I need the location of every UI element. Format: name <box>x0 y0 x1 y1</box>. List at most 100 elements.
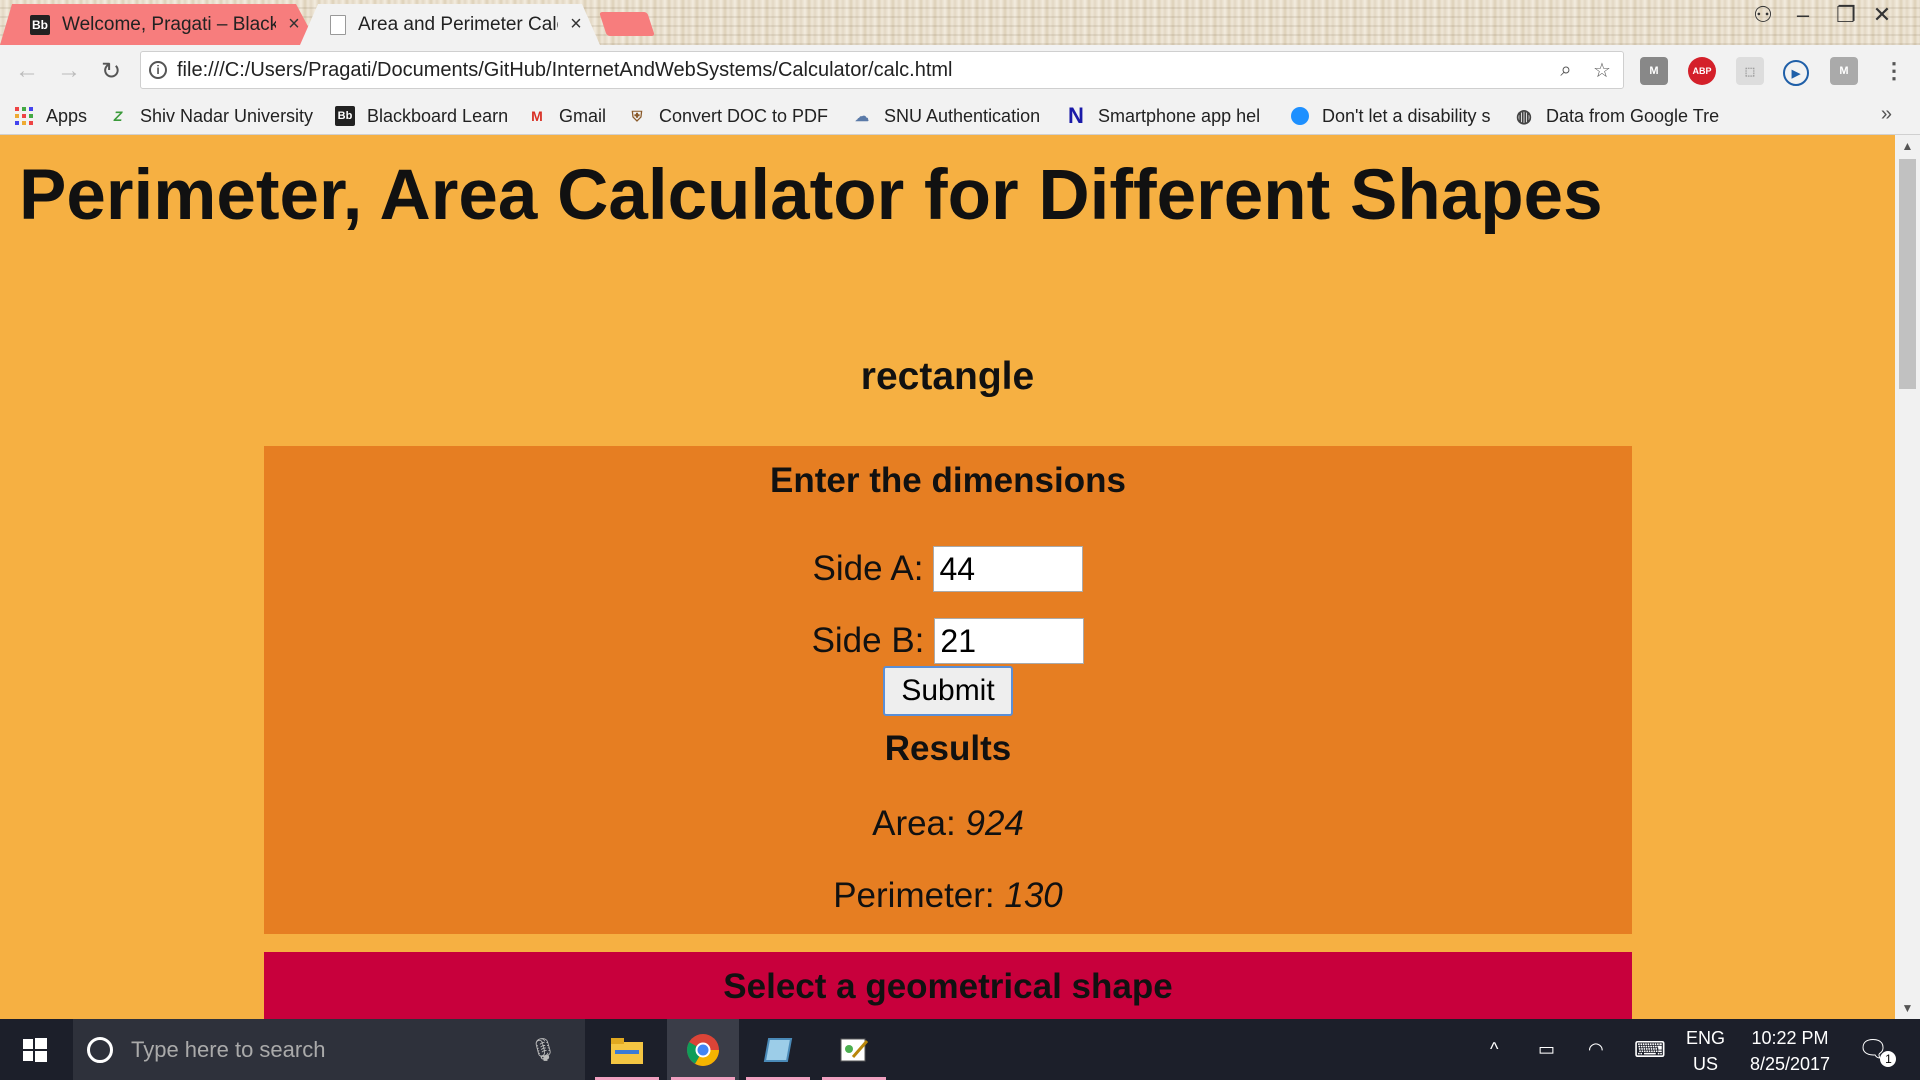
info-icon[interactable]: i <box>149 61 167 79</box>
keyboard-icon[interactable]: ⌨ <box>1634 1019 1666 1080</box>
bookmark-convert-doc[interactable]: ⛨ Convert DOC to PDF <box>627 97 828 135</box>
mendeley-icon[interactable]: M <box>1640 57 1668 85</box>
notification-center-icon[interactable]: 🗨 1 <box>1858 1019 1897 1080</box>
scroll-down-icon[interactable]: ▼ <box>1895 1001 1920 1015</box>
bookmark-gmail[interactable]: M Gmail <box>527 97 606 135</box>
scroll-up-icon[interactable]: ▲ <box>1895 139 1920 153</box>
cloud-icon: ☁ <box>855 107 869 124</box>
wifi-icon[interactable]: ◠ <box>1588 1019 1604 1080</box>
new-tab-button[interactable] <box>599 12 655 36</box>
page-content: Perimeter, Area Calculator for Different… <box>0 135 1895 1019</box>
selected-shape-name: rectangle <box>860 355 1035 398</box>
bookmark-star-icon[interactable]: ☆ <box>1587 58 1617 83</box>
system-clock[interactable]: 10:22 PM 8/25/2017 <box>1740 1025 1840 1077</box>
language-indicator[interactable]: ENG US <box>1686 1025 1725 1077</box>
shape-select-panel: Select a geometrical shape <box>264 952 1632 1019</box>
bookmark-label: SNU Authentication <box>884 105 1041 126</box>
bookmark-label: Smartphone app hel <box>1098 105 1261 126</box>
folder-icon <box>611 1037 643 1064</box>
microphone-icon[interactable]: 🎙 <box>529 1037 557 1063</box>
close-icon[interactable]: × <box>566 13 586 36</box>
pdf-icon[interactable]: ⬚ <box>1736 57 1764 85</box>
bookmark-apps[interactable]: Apps <box>14 97 87 135</box>
bookmarks-overflow-icon[interactable]: » <box>1881 103 1892 126</box>
window-close-icon[interactable]: ✕ <box>1862 2 1902 30</box>
bookmark-label: Shiv Nadar University <box>140 105 314 126</box>
tab-title: Area and Perimeter Calcu <box>358 13 558 35</box>
shape-select-heading: Select a geometrical shape <box>723 967 1173 1006</box>
file-explorer-app[interactable] <box>591 1019 663 1080</box>
notification-count: 1 <box>1880 1050 1897 1067</box>
clock-time: 10:22 PM <box>1751 1028 1829 1048</box>
chrome-app[interactable] <box>667 1019 739 1080</box>
restore-icon[interactable]: ❐ <box>1826 2 1866 30</box>
browser-toolbar: ← → ↻ i file:///C:/Users/Pragati/Documen… <box>0 45 1920 97</box>
tab-blackboard[interactable]: Bb Welcome, Pragati – Black × <box>0 4 318 45</box>
submit-button[interactable]: Submit <box>883 666 1013 716</box>
page-scrollbar[interactable]: ▲ ▼ <box>1895 135 1920 1019</box>
bookmark-shiv-nadar[interactable]: Z Shiv Nadar University <box>108 97 313 135</box>
bookmark-label: Don't let a disability s <box>1322 105 1491 126</box>
dimensions-panel: Enter the dimensions Side A: Side B: Sub… <box>264 446 1632 934</box>
keyboard-layout: US <box>1693 1054 1719 1074</box>
page-title: Perimeter, Area Calculator for Different… <box>19 156 1603 235</box>
bookmark-label: Data from Google Tre <box>1546 105 1719 126</box>
show-hidden-icons[interactable]: ^ <box>1490 1019 1498 1080</box>
user-icon[interactable]: ⚇ <box>1743 2 1783 30</box>
side-a-row: Side A: <box>264 546 1632 592</box>
perimeter-result: Perimeter: 130 <box>264 876 1632 916</box>
area-result: Area: 924 <box>264 804 1632 844</box>
page-icon <box>330 14 346 35</box>
back-arrow-icon[interactable]: ← <box>12 57 42 85</box>
reload-icon[interactable]: ↻ <box>96 57 126 86</box>
windows-taskbar: Type here to search 🎙 ^ ▭ ◠ ⌨ ENG US 10:… <box>0 1019 1920 1080</box>
minimize-icon[interactable]: – <box>1783 2 1823 30</box>
gmail-icon: M <box>531 108 543 124</box>
n-logo-icon: N <box>1068 103 1084 128</box>
bookmark-label: Gmail <box>559 105 607 126</box>
language-code: ENG <box>1686 1028 1726 1048</box>
apps-grid-icon <box>14 106 34 126</box>
blue-dot-icon <box>1290 106 1310 126</box>
scroll-thumb[interactable] <box>1899 159 1916 389</box>
close-icon[interactable]: × <box>284 13 304 36</box>
tab-title: Welcome, Pragati – Black <box>62 13 276 35</box>
bookmark-google-trends[interactable]: ◍ Data from Google Tre <box>1514 97 1719 135</box>
blackboard-icon: Bb <box>30 14 50 35</box>
adblock-icon[interactable]: ABP <box>1688 57 1716 85</box>
battery-icon[interactable]: ▭ <box>1538 1019 1555 1080</box>
taskbar-search-box[interactable]: Type here to search 🎙 <box>73 1019 585 1080</box>
chrome-icon <box>686 1033 719 1066</box>
side-a-input[interactable] <box>933 546 1084 592</box>
windows-start-button[interactable] <box>0 1019 70 1080</box>
paint-app[interactable] <box>818 1019 890 1080</box>
paint-icon <box>840 1038 869 1061</box>
menu-dots-icon[interactable]: ⋮ <box>1880 57 1908 85</box>
bookmark-smartphone-app[interactable]: N Smartphone app hel <box>1066 97 1260 135</box>
snu-icon: Z <box>113 108 123 124</box>
side-b-input[interactable] <box>934 618 1085 664</box>
bookmark-snu-auth[interactable]: ☁ SNU Authentication <box>852 97 1040 135</box>
bookmark-label: Blackboard Learn <box>367 105 509 126</box>
bookmark-label: Convert DOC to PDF <box>659 105 829 126</box>
side-a-label: Side A: <box>812 549 924 588</box>
convert-icon: ⛨ <box>631 107 643 124</box>
bookmarks-bar: Apps Z Shiv Nadar University Bb Blackboa… <box>0 97 1920 135</box>
bookmark-disability[interactable]: Don't let a disability s <box>1290 97 1491 135</box>
tab-calculator[interactable]: Area and Perimeter Calcu × <box>300 4 600 45</box>
forward-arrow-icon[interactable]: → <box>54 57 84 85</box>
bookmark-blackboard[interactable]: Bb Blackboard Learn <box>335 97 508 135</box>
url-text[interactable]: file:///C:/Users/Pragati/Documents/GitHu… <box>177 59 1551 82</box>
side-b-label: Side B: <box>811 621 925 660</box>
zoom-icon[interactable]: ⌕ <box>1551 59 1581 82</box>
globe-icon: ◍ <box>1516 105 1532 126</box>
play-icon[interactable]: ▶ <box>1783 60 1809 86</box>
area-label: Area: <box>872 804 956 843</box>
gmail-m-icon[interactable]: M <box>1830 57 1858 85</box>
perimeter-label: Perimeter: <box>833 876 995 915</box>
perimeter-value: 130 <box>1004 876 1063 915</box>
blackboard-icon: Bb <box>335 106 355 126</box>
address-bar[interactable]: i file:///C:/Users/Pragati/Documents/Git… <box>140 51 1624 89</box>
notepad-app[interactable] <box>742 1019 814 1080</box>
notepad-icon <box>763 1037 793 1062</box>
